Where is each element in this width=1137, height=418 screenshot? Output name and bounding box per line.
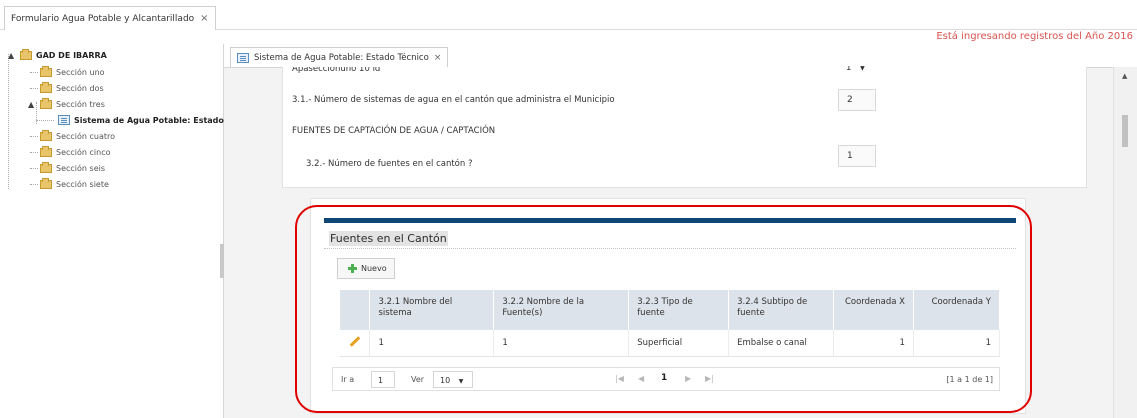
- tree-root-label: GAD DE IBARRA: [36, 50, 107, 60]
- sidebar-item-seccion-cinco[interactable]: Sección cinco: [40, 145, 111, 159]
- folder-icon: [40, 161, 52, 173]
- cut-field-label: Apasecciónuno 10 ld: [292, 67, 381, 74]
- year-notice: Está ingresando registros del Año 2016: [936, 31, 1133, 42]
- close-icon[interactable]: ×: [200, 13, 208, 24]
- sidebar-item-seccion-dos[interactable]: Sección dos: [40, 81, 104, 95]
- cell-coordenada-x: 1: [833, 330, 914, 357]
- folder-icon: [40, 81, 52, 93]
- column-header[interactable]: Coordenada X: [833, 290, 914, 330]
- tab-formulario-label: Formulario Agua Potable y Alcantarillado: [11, 13, 195, 24]
- add-icon: [348, 264, 357, 273]
- sidebar-item-seccion-seis[interactable]: Sección seis: [40, 161, 105, 175]
- sidebar-item-label: Sección cinco: [56, 147, 111, 157]
- document-icon: [58, 115, 70, 125]
- sidebar-item-label: Sección dos: [56, 83, 104, 93]
- sidebar-item-seccion-siete[interactable]: Sección siete: [40, 177, 109, 191]
- table-header-row: 3.2.1 Nombre del sistema 3.2.2 Nombre de…: [340, 290, 1001, 330]
- sidebar-item-seccion-tres[interactable]: ▲ Sección tres: [28, 97, 105, 111]
- document-icon: [237, 52, 249, 63]
- column-header[interactable]: 3.2.2 Nombre de la Fuente(s): [493, 290, 630, 330]
- sidebar-tree: ▲ GAD DE IBARRA Sección uno Sección dos …: [0, 44, 250, 418]
- page-size-select[interactable]: 10 ▼: [433, 371, 473, 388]
- tree-root[interactable]: ▲ GAD DE IBARRA: [8, 48, 107, 62]
- pencil-icon[interactable]: [349, 335, 361, 347]
- column-header[interactable]: 3.2.4 Subtipo de fuente: [728, 290, 834, 330]
- edit-column-header: [340, 290, 371, 330]
- folder-icon: [40, 129, 52, 141]
- q31-input[interactable]: 2: [838, 89, 876, 111]
- tree-guide-line: [30, 72, 38, 73]
- tab-sistema-agua[interactable]: Sistema de Agua Potable: Estado Técnico …: [230, 47, 449, 67]
- current-page[interactable]: 1: [661, 373, 667, 383]
- cell-nombre-fuente: 1: [493, 330, 630, 357]
- tree-guide-line: [30, 88, 38, 89]
- sidebar-item-seccion-uno[interactable]: Sección uno: [40, 65, 105, 79]
- tab-formulario[interactable]: Formulario Agua Potable y Alcantarillado…: [4, 6, 216, 30]
- folder-icon: [40, 177, 52, 189]
- cut-field-value: 1: [846, 66, 852, 73]
- tree-guide-line: [30, 136, 38, 137]
- tree-guide-line: [30, 168, 38, 169]
- q32-label: 3.2.- Número de fuentes en el cantón ?: [306, 159, 473, 169]
- sidebar-item-label: Sección cuatro: [56, 131, 116, 141]
- column-header[interactable]: 3.2.3 Tipo de fuente: [628, 290, 730, 330]
- folder-icon: [20, 48, 32, 60]
- first-page-icon[interactable]: |◀: [615, 374, 624, 383]
- panel-title-row: Fuentes en el Cantón: [324, 223, 1016, 249]
- scroll-thumb[interactable]: [1122, 115, 1128, 147]
- column-header[interactable]: Coordenada Y: [913, 290, 1001, 330]
- fuentes-table: 3.2.1 Nombre del sistema 3.2.2 Nombre de…: [340, 290, 1001, 357]
- top-tabbar: Formulario Agua Potable y Alcantarillado…: [0, 0, 1137, 30]
- cell-coordenada-y: 1: [913, 330, 1001, 357]
- sidebar-item-label: Sección uno: [56, 67, 105, 77]
- sidebar-item-sistema-agua[interactable]: Sistema de Agua Potable: Estado Técni: [58, 113, 250, 127]
- tree-guide-line: [36, 120, 54, 121]
- q31-label: 3.1.- Número de sistemas de agua en el c…: [292, 95, 615, 105]
- tree-guide-line: [30, 152, 38, 153]
- view-label: Ver: [411, 375, 425, 384]
- cell-subtipo-fuente: Embalse o canal: [728, 330, 834, 357]
- chevron-down-icon: ▼: [458, 378, 464, 385]
- cell-tipo-fuente: Superficial: [628, 330, 730, 357]
- nuevo-button[interactable]: Nuevo: [337, 258, 395, 279]
- folder-icon: [40, 145, 52, 157]
- goto-page-input[interactable]: 1: [371, 371, 395, 388]
- sidebar-item-label: Sección seis: [56, 163, 106, 173]
- table-row[interactable]: 1 1 Superficial Embalse o canal 1 1: [340, 330, 1001, 357]
- prev-page-icon[interactable]: ◀: [638, 374, 644, 383]
- sidebar-item-label: Sección tres: [56, 99, 105, 109]
- tree-guide-line: [8, 54, 9, 189]
- sidebar-item-label: Sección siete: [56, 179, 109, 189]
- cut-field-select[interactable]: 1 ▼: [846, 66, 865, 76]
- nuevo-button-label: Nuevo: [361, 264, 387, 273]
- close-icon[interactable]: ×: [434, 53, 442, 63]
- last-page-icon[interactable]: ▶|: [705, 374, 714, 383]
- goto-label: Ir a: [341, 375, 355, 384]
- edit-cell[interactable]: [340, 330, 371, 357]
- page-size-value: 10: [440, 376, 451, 385]
- cell-nombre-sistema: 1: [369, 330, 495, 357]
- next-page-icon[interactable]: ▶: [685, 374, 691, 383]
- column-header[interactable]: 3.2.1 Nombre del sistema: [369, 290, 495, 330]
- vertical-scrollbar[interactable]: ▲: [1113, 67, 1137, 418]
- section-heading: FUENTES DE CAPTACIÓN DE AGUA / CAPTACIÓN: [292, 126, 496, 136]
- scroll-up-icon[interactable]: ▲: [1122, 72, 1127, 80]
- pager: Ir a 1 Ver 10 ▼ |◀ ◀ 1 ▶ ▶| [1 a 1 de 1]: [332, 367, 1000, 391]
- folder-icon: [40, 97, 52, 109]
- tree-guide-line: [30, 184, 38, 185]
- sidebar-item-seccion-cuatro[interactable]: Sección cuatro: [40, 129, 115, 143]
- pager-summary: [1 a 1 de 1]: [946, 375, 993, 384]
- tab-sistema-agua-label: Sistema de Agua Potable: Estado Técnico: [254, 52, 429, 63]
- folder-icon: [40, 65, 52, 77]
- q32-input[interactable]: 1: [838, 145, 876, 167]
- chevron-down-icon: ▼: [860, 66, 865, 72]
- expand-icon[interactable]: ▲: [8, 51, 16, 60]
- expand-icon[interactable]: ▲: [28, 100, 36, 109]
- panel-title: Fuentes en el Cantón: [329, 231, 448, 246]
